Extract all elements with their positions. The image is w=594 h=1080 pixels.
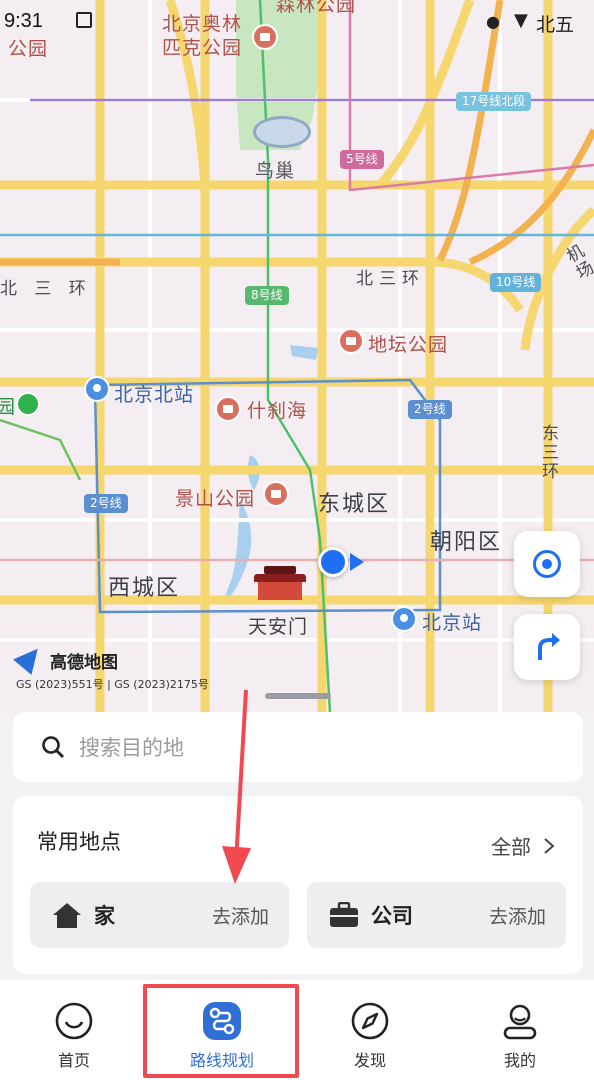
favorite-home-name: 家 (94, 904, 115, 928)
route-shortcut-button[interactable] (514, 614, 580, 680)
my-location-marker (318, 547, 348, 577)
poi-label[interactable]: 景山公园 (175, 484, 255, 511)
status-right-text: 北五 (536, 14, 575, 36)
search-icon (42, 736, 64, 758)
park-pin-icon[interactable] (252, 24, 278, 50)
home-icon (53, 903, 81, 928)
road-label: 北 三 环 (0, 279, 92, 299)
map-logo: 高德地图 (50, 653, 118, 673)
subway-badge: 8号线 (245, 286, 289, 305)
heading-arrow-icon (350, 553, 364, 571)
poi-label[interactable]: 北京站 (422, 608, 482, 635)
bottom-sheet: 搜索目的地 常用地点 全部 家 去添加 公司 去添加 (0, 712, 594, 980)
stadium-icon[interactable] (253, 116, 311, 148)
district-label: 东城区 (318, 492, 391, 517)
search-placeholder: 搜索目的地 (79, 736, 184, 760)
tab-discover[interactable]: 发现 (296, 980, 444, 1080)
target-icon (533, 550, 561, 578)
briefcase-icon (330, 902, 358, 927)
favorite-home[interactable]: 家 去添加 (30, 882, 289, 948)
tab-home-label: 首页 (57, 1051, 90, 1070)
subway-badge: 10号线 (490, 273, 542, 292)
status-time: 9:31 (4, 10, 43, 32)
district-label: 朝阳区 (430, 530, 503, 555)
park-pin-icon[interactable] (215, 396, 241, 422)
smile-face-icon (53, 1000, 95, 1042)
notification-icon (76, 12, 92, 28)
wifi-icon: ▼ (514, 10, 528, 31)
train-station-icon[interactable] (391, 606, 417, 632)
favorite-work-add[interactable]: 去添加 (489, 902, 546, 929)
road-label: 北三环 (356, 269, 425, 289)
park-pin-icon[interactable] (338, 328, 364, 354)
favorite-work-name: 公司 (371, 904, 413, 928)
subway-badge: 2号线 (408, 400, 452, 419)
annotation-highlight-box (143, 984, 299, 1078)
favorites-card: 常用地点 全部 家 去添加 公司 去添加 (13, 796, 583, 974)
poi-label[interactable]: 鸟巢 (255, 156, 295, 183)
favorite-work[interactable]: 公司 去添加 (307, 882, 566, 948)
location-status-icon: ● (486, 12, 500, 31)
poi-label[interactable]: 公园 (8, 34, 48, 61)
compass-icon (349, 1000, 391, 1042)
search-bar[interactable]: 搜索目的地 (13, 712, 583, 782)
subway-badge: 17号线北段 (456, 92, 532, 111)
tab-discover-label: 发现 (353, 1051, 386, 1070)
green-poi-icon[interactable] (16, 392, 40, 416)
poi-label[interactable]: 天安门 (248, 612, 308, 639)
favorites-all-link[interactable]: 全部 (491, 831, 555, 860)
subway-badge: 5号线 (340, 150, 384, 169)
poi-label[interactable]: 园 (0, 392, 16, 419)
locate-me-button[interactable] (514, 531, 580, 597)
favorites-all-label: 全部 (491, 835, 531, 859)
poi-label[interactable]: 什刹海 (247, 396, 307, 423)
poi-label[interactable]: 北京奥林匹克公园 (162, 12, 252, 60)
poi-label[interactable]: 森林公园 (276, 0, 356, 17)
map-copyright: GS (2023)551号 | GS (2023)2175号 (16, 678, 209, 691)
favorite-home-add[interactable]: 去添加 (212, 902, 269, 929)
subway-badge: 2号线 (84, 494, 128, 513)
sheet-drag-handle[interactable] (265, 693, 331, 699)
tab-home[interactable]: 首页 (0, 980, 148, 1080)
turn-right-arrow-icon (538, 633, 560, 660)
tab-profile-label: 我的 (503, 1051, 536, 1070)
poi-label[interactable]: 北京北站 (114, 380, 194, 407)
chevron-right-icon (544, 837, 555, 854)
district-label: 西城区 (108, 576, 181, 601)
park-pin-icon[interactable] (263, 481, 289, 507)
road-label: 东三环 (538, 424, 558, 481)
user-icon (499, 1000, 541, 1042)
favorites-title: 常用地点 (37, 830, 121, 854)
tiananmen-icon[interactable] (254, 566, 306, 602)
train-station-icon[interactable] (84, 376, 110, 402)
poi-label[interactable]: 地坛公园 (368, 330, 448, 357)
map-view[interactable]: 9:31 ● ▼ 北五 森林公园 公园 北京奥林匹克公园 鸟巢 5号线 17号线… (0, 0, 594, 712)
tab-profile[interactable]: 我的 (446, 980, 594, 1080)
